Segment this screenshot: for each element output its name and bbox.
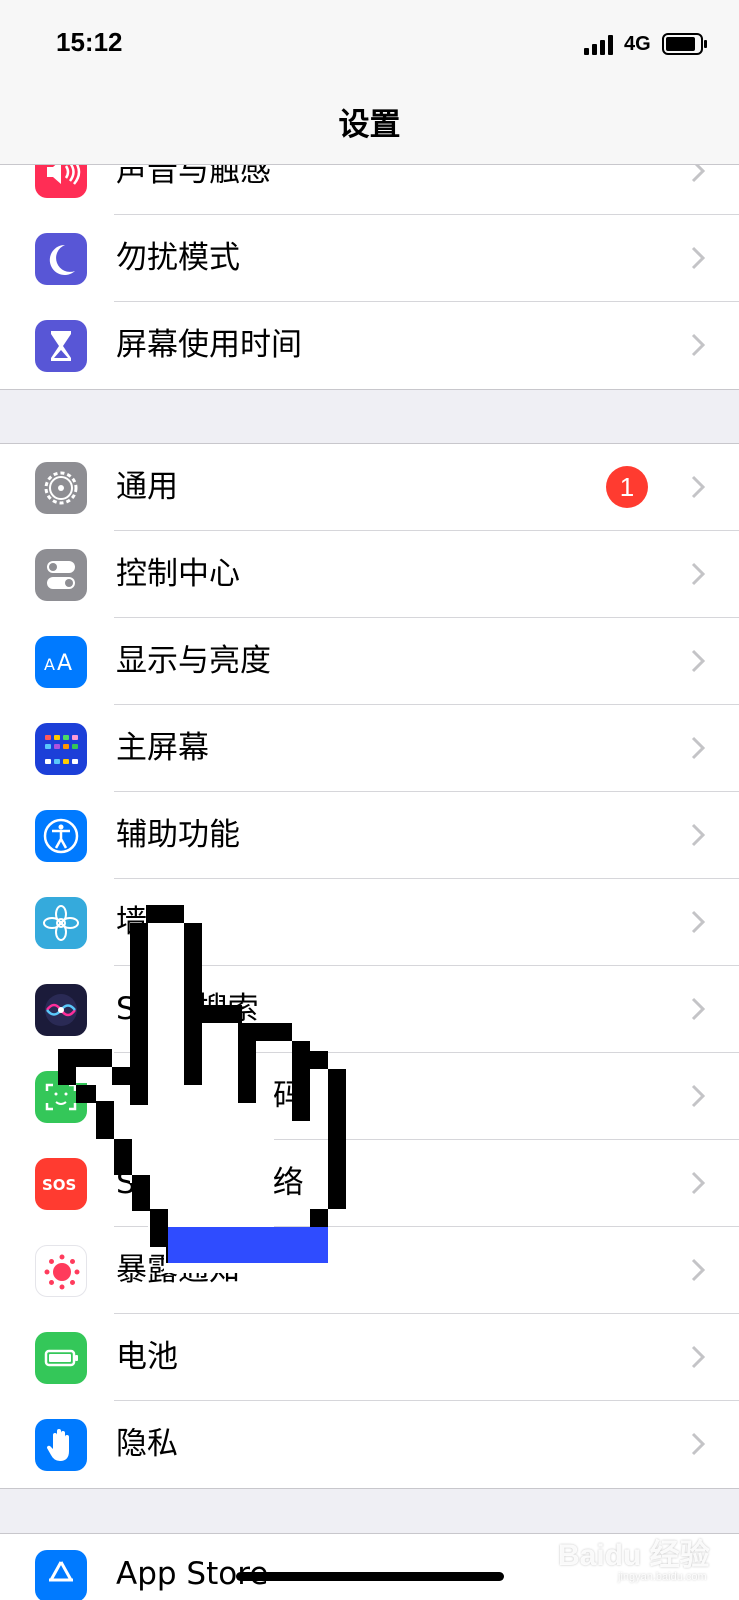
row-label: 显示与亮度	[116, 643, 271, 679]
settings-row-general[interactable]: 通用 1	[0, 444, 739, 531]
chevron-right-icon	[691, 910, 705, 934]
row-label: 勿扰模式	[116, 240, 240, 276]
navigation-bar: 设置	[0, 90, 739, 165]
chevron-right-icon	[691, 333, 705, 357]
settings-row-battery[interactable]: 电池	[0, 1314, 739, 1401]
app-store-icon	[35, 1550, 87, 1600]
settings-row-privacy[interactable]: 隐私	[0, 1401, 739, 1488]
svg-text:A: A	[57, 651, 72, 676]
page-title: 设置	[338, 107, 401, 143]
row-label: 屏幕使用时间	[116, 327, 302, 363]
chevron-right-icon	[691, 1258, 705, 1282]
home-grid-icon	[35, 723, 87, 775]
chevron-right-icon	[691, 562, 705, 586]
text-size-icon: AA	[35, 636, 87, 688]
row-label: 隐私	[116, 1426, 178, 1462]
status-bar: 15:12 4G	[0, 0, 739, 90]
settings-row-display[interactable]: AA 显示与亮度	[0, 618, 739, 705]
row-label: 电池	[116, 1339, 178, 1375]
chevron-right-icon	[691, 997, 705, 1021]
chevron-right-icon	[691, 1345, 705, 1369]
row-label: 辅助功能	[116, 817, 240, 853]
svg-text:A: A	[44, 655, 55, 674]
settings-group-1: 声音与触感 勿扰模式 屏幕使用时间	[0, 127, 739, 390]
hourglass-icon	[35, 320, 87, 372]
baidu-watermark-url: jingyan.baidu.com	[618, 1571, 707, 1583]
row-label: 主屏幕	[116, 730, 209, 766]
gear-icon	[35, 462, 87, 514]
baidu-watermark: Baidu 经验	[558, 1539, 710, 1572]
toggles-icon	[35, 549, 87, 601]
moon-icon	[35, 233, 87, 285]
chevron-right-icon	[691, 823, 705, 847]
status-time: 15:12	[56, 27, 123, 57]
chevron-right-icon	[691, 246, 705, 270]
battery-status-icon	[662, 33, 707, 55]
chevron-right-icon	[691, 1084, 705, 1108]
chevron-right-icon	[691, 736, 705, 760]
cellular-signal-icon	[584, 35, 613, 55]
home-indicator[interactable]	[236, 1572, 504, 1581]
chevron-right-icon	[691, 475, 705, 499]
settings-row-screen-time[interactable]: 屏幕使用时间	[0, 302, 739, 389]
settings-row-do-not-disturb[interactable]: 勿扰模式	[0, 215, 739, 302]
battery-icon	[35, 1332, 87, 1384]
hand-pointer-icon	[58, 905, 346, 1273]
chevron-right-icon	[691, 649, 705, 673]
settings-row-accessibility[interactable]: 辅助功能	[0, 792, 739, 879]
chevron-right-icon	[691, 1432, 705, 1456]
settings-row-control-center[interactable]: 控制中心	[0, 531, 739, 618]
network-type: 4G	[624, 33, 651, 55]
accessibility-icon	[35, 810, 87, 862]
notification-badge: 1	[606, 466, 648, 508]
chevron-right-icon	[691, 1171, 705, 1195]
row-label: 通用	[116, 469, 178, 505]
settings-row-home-screen[interactable]: 主屏幕	[0, 705, 739, 792]
row-label: 控制中心	[116, 556, 240, 592]
hand-icon	[35, 1419, 87, 1471]
